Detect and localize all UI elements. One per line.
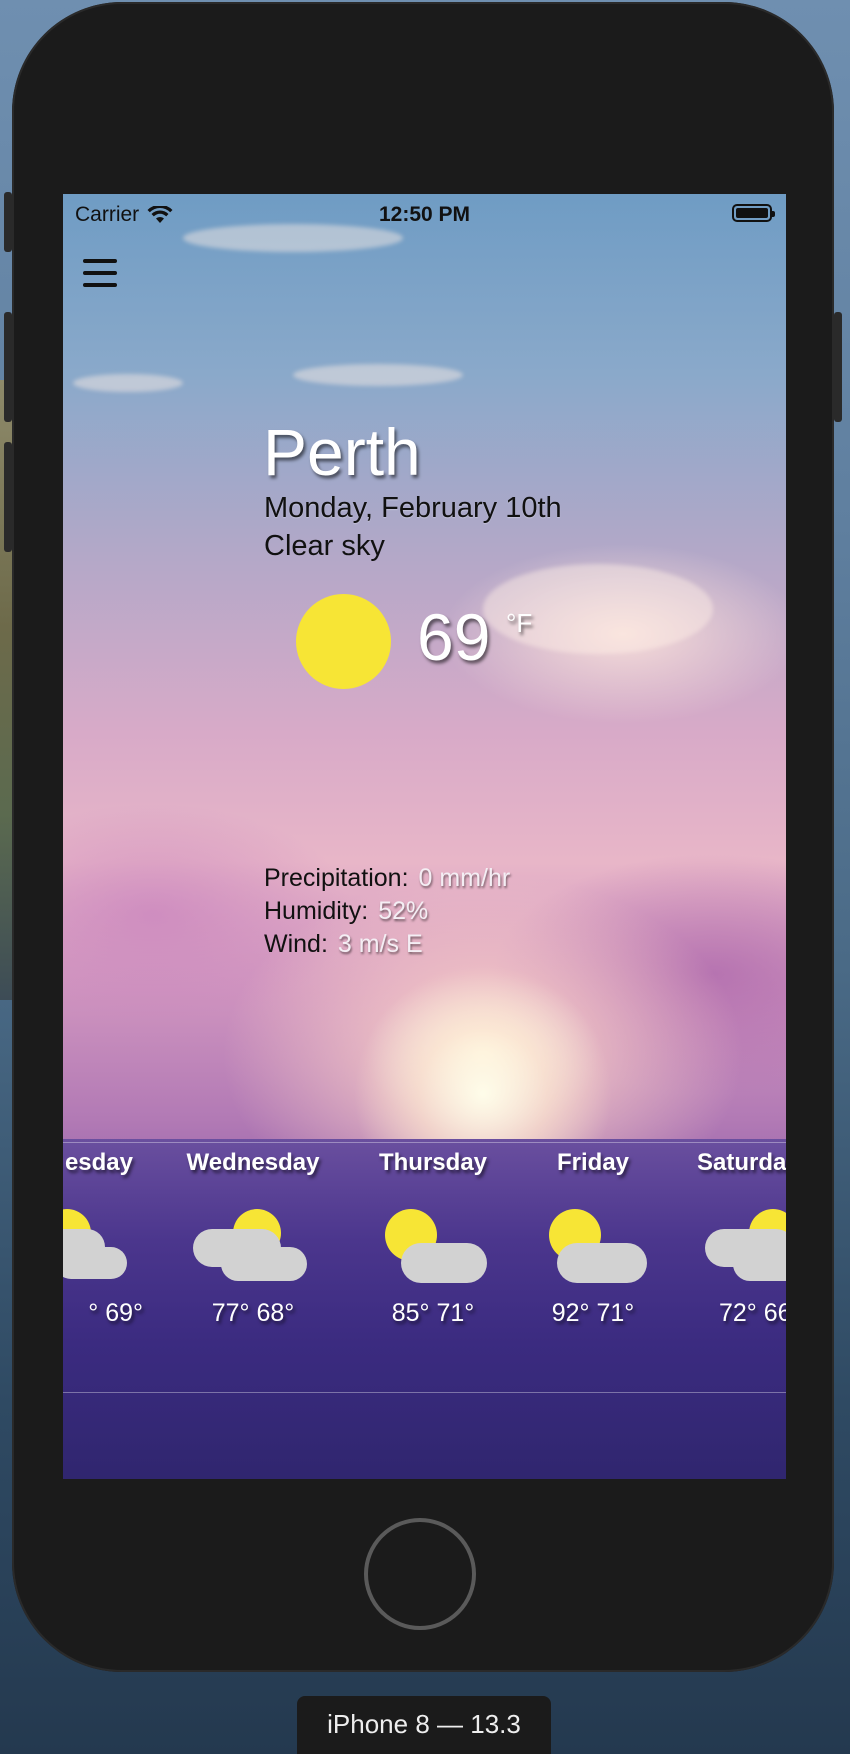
detail-label: Wind:	[264, 930, 328, 958]
current-temperature: 69	[417, 600, 491, 674]
volume-up-button	[4, 312, 12, 422]
partly-cloudy-icon	[193, 1209, 313, 1289]
partly-cloudy-icon	[705, 1209, 786, 1289]
forecast-day-tuesday[interactable]: esday ° 69°	[63, 1149, 153, 1327]
battery-icon	[732, 204, 775, 222]
city-name: Perth	[263, 415, 421, 489]
precipitation-row: Precipitation: 0 mm/hr	[264, 862, 510, 895]
wind-row: Wind: 3 m/s E	[264, 928, 510, 961]
forecast-day-saturday[interactable]: Saturda 72° 66°	[683, 1149, 786, 1327]
weather-condition: Clear sky	[264, 530, 385, 562]
forecast-bottom-divider	[63, 1392, 786, 1393]
forecast-scroller[interactable]: esday ° 69° Wednesday 77° 68° Thursday 8…	[63, 1149, 786, 1349]
detail-label: Humidity:	[264, 897, 369, 925]
forecast-temps: 85° 71°	[391, 1299, 475, 1327]
mute-switch	[4, 192, 12, 252]
forecast-day-name: Friday	[556, 1149, 630, 1176]
power-button	[834, 312, 842, 422]
forecast-day-name: Saturda	[697, 1149, 786, 1176]
home-button[interactable]	[364, 1518, 476, 1630]
detail-value: 3 m/s E	[337, 930, 423, 958]
background-cloud	[293, 364, 463, 386]
volume-down-button	[4, 442, 12, 552]
current-date: Monday, February 10th	[264, 492, 562, 524]
background-cloud	[73, 374, 183, 392]
temperature-unit: °F	[506, 608, 533, 638]
status-bar: Carrier 12:50 PM	[63, 194, 786, 234]
simulator-device-label: iPhone 8 — 13.3	[297, 1696, 551, 1754]
forecast-temps: 77° 68°	[211, 1299, 295, 1327]
forecast-temps: 72° 66°	[719, 1299, 786, 1327]
forecast-top-divider	[63, 1142, 786, 1143]
forecast-day-friday[interactable]: Friday 92° 71°	[503, 1149, 683, 1327]
partly-cloudy-icon	[63, 1209, 127, 1289]
weather-details: Precipitation: 0 mm/hr Humidity: 52% Win…	[264, 862, 510, 961]
app-screen: Carrier 12:50 PM Perth Monday, February …	[63, 194, 786, 1479]
detail-value: 52%	[378, 897, 429, 925]
forecast-day-name: Thursday	[378, 1149, 488, 1176]
clock: 12:50 PM	[378, 203, 471, 226]
forecast-temps: 92° 71°	[551, 1299, 635, 1327]
humidity-row: Humidity: 52%	[264, 895, 510, 928]
forecast-day-wednesday[interactable]: Wednesday 77° 68°	[163, 1149, 343, 1327]
partly-sunny-icon	[373, 1209, 493, 1289]
detail-label: Precipitation:	[264, 864, 409, 892]
partly-sunny-icon	[533, 1209, 653, 1289]
forecast-day-thursday[interactable]: Thursday 85° 71°	[343, 1149, 523, 1327]
detail-value: 0 mm/hr	[418, 864, 511, 892]
forecast-day-name: esday	[64, 1149, 133, 1176]
forecast-temps: ° 69°	[88, 1299, 143, 1327]
forecast-day-name: Wednesday	[186, 1149, 320, 1176]
hamburger-menu-icon[interactable]	[83, 259, 117, 287]
sun-icon	[296, 594, 391, 689]
